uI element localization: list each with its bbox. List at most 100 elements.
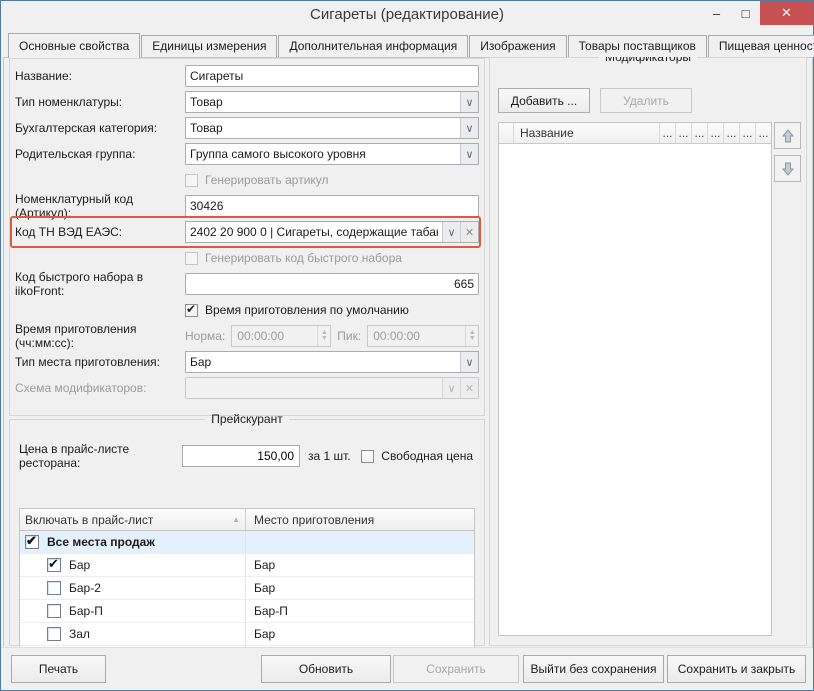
row-checkbox[interactable] xyxy=(47,581,61,595)
move-down-button[interactable] xyxy=(774,155,801,182)
name-input[interactable] xyxy=(186,66,478,86)
chevron-down-icon: ∨ xyxy=(442,378,460,398)
column-header-blank xyxy=(499,123,514,143)
close-icon: ✕ xyxy=(781,5,792,21)
maximize-icon: □ xyxy=(742,6,750,21)
print-button[interactable]: Печать xyxy=(11,655,106,683)
up-arrow-icon xyxy=(780,128,796,144)
minimize-button[interactable]: – xyxy=(702,1,731,25)
table-row[interactable]: Бар-2 Бар xyxy=(20,577,474,600)
nomenclature-type-value xyxy=(186,92,460,112)
column-header-name[interactable]: Название xyxy=(514,123,660,143)
row-name: Название: xyxy=(13,63,481,89)
add-modifier-button[interactable]: Добавить ... xyxy=(498,88,590,113)
price-row: Цена в прайс-листе ресторана: за 1 шт. С… xyxy=(19,442,475,470)
modifier-scheme-value xyxy=(186,378,442,398)
default-cook-time-checkbox[interactable] xyxy=(185,304,198,317)
tab-additional-info[interactable]: Дополнительная информация xyxy=(278,35,468,57)
row-checkbox[interactable] xyxy=(47,558,61,572)
parent-group-select[interactable]: ∨ xyxy=(185,143,479,165)
cook-time-peak-spinner: 00:00:00 ▲▼ xyxy=(367,325,479,347)
modifiers-reorder-controls xyxy=(774,122,801,182)
table-row[interactable]: Все места продаж xyxy=(20,531,474,554)
move-up-button[interactable] xyxy=(774,122,801,149)
row-generate-sku: Генерировать артикул xyxy=(13,167,481,193)
row-cook-time: Время приготовления (чч:мм:сс): Норма: 0… xyxy=(13,323,481,349)
column-header-include[interactable]: Включать в прайс-лист ▲ xyxy=(20,509,246,530)
nomenclature-type-select[interactable]: ∨ xyxy=(185,91,479,113)
column-header-dots[interactable]: ... xyxy=(692,123,708,143)
generate-quick-code-label: Генерировать код быстрого набора xyxy=(205,251,402,265)
parent-group-label: Родительская группа: xyxy=(15,147,185,161)
row-checkbox[interactable] xyxy=(47,627,61,641)
tab-units[interactable]: Единицы измерения xyxy=(141,35,277,57)
modifiers-buttons: Добавить ... Удалить xyxy=(498,88,692,113)
column-header-dots[interactable]: ... xyxy=(708,123,724,143)
tab-nutrition[interactable]: Пищевая ценность xyxy=(708,35,814,57)
row-sku: Номенклатурный код (Артикул): xyxy=(13,193,481,219)
default-cook-time-label: Время приготовления по умолчанию xyxy=(205,303,409,317)
chevron-down-icon[interactable]: ∨ xyxy=(442,222,460,242)
tab-main-properties[interactable]: Основные свойства xyxy=(8,33,140,58)
window-controls: – □ ✕ xyxy=(702,1,813,25)
column-header-dots[interactable]: ... xyxy=(660,123,676,143)
row-name: Все места продаж xyxy=(47,535,155,549)
pricing-legend: Прейскурант xyxy=(205,412,288,426)
modifiers-table: Название ... ... ... ... ... ... ... xyxy=(498,122,772,636)
column-header-place[interactable]: Место приготовления xyxy=(246,509,474,530)
row-name: Бар xyxy=(69,558,90,572)
row-accounting-category: Бухгалтерская категория: ∨ xyxy=(13,115,481,141)
chevron-down-icon[interactable]: ∨ xyxy=(460,92,478,112)
modifier-scheme-select: ∨ ✕ xyxy=(185,377,479,399)
quick-code-input[interactable] xyxy=(186,274,478,294)
row-place: Бар xyxy=(246,623,474,645)
table-row[interactable]: Бар Бар xyxy=(20,554,474,577)
tnved-value[interactable] xyxy=(186,222,442,242)
cook-time-norm-value: 00:00:00 xyxy=(232,329,317,343)
price-table-header: Включать в прайс-лист ▲ Место приготовле… xyxy=(20,509,474,531)
maximize-button[interactable]: □ xyxy=(731,1,760,25)
modifier-scheme-label: Схема модификаторов: xyxy=(15,381,185,395)
sku-input[interactable] xyxy=(186,196,478,216)
chevron-down-icon[interactable]: ∨ xyxy=(460,144,478,164)
tnved-select[interactable]: ∨ ✕ xyxy=(185,221,479,243)
row-default-cook-time: Время приготовления по умолчанию xyxy=(13,297,481,323)
table-row[interactable]: Зал Бар xyxy=(20,623,474,646)
price-label: Цена в прайс-листе ресторана: xyxy=(19,442,182,470)
accounting-category-label: Бухгалтерская категория: xyxy=(15,121,185,135)
row-checkbox[interactable] xyxy=(25,535,39,549)
price-input[interactable] xyxy=(183,446,299,466)
generate-sku-label: Генерировать артикул xyxy=(205,173,329,187)
exit-without-saving-button[interactable]: Выйти без сохранения xyxy=(523,655,664,683)
sort-ascending-icon: ▲ xyxy=(232,515,240,524)
tnved-label: Код ТН ВЭД ЕАЭС: xyxy=(15,225,185,239)
column-header-dots[interactable]: ... xyxy=(740,123,756,143)
cook-time-peak-label: Пик: xyxy=(337,329,361,343)
main-properties-group: Название: Тип номенклатуры: ∨ Бухгалтерс… xyxy=(9,58,485,416)
free-price-checkbox[interactable] xyxy=(361,450,374,463)
spinner-arrows-icon: ▲▼ xyxy=(465,326,478,346)
table-row[interactable]: Бар-П Бар-П xyxy=(20,600,474,623)
column-header-dots[interactable]: ... xyxy=(676,123,692,143)
accounting-category-select[interactable]: ∨ xyxy=(185,117,479,139)
refresh-button[interactable]: Обновить xyxy=(261,655,391,683)
save-and-close-button[interactable]: Сохранить и закрыть xyxy=(667,655,806,683)
close-button[interactable]: ✕ xyxy=(760,1,813,25)
cook-time-norm-spinner: 00:00:00 ▲▼ xyxy=(231,325,331,347)
down-arrow-icon xyxy=(780,161,796,177)
free-price-label: Свободная цена xyxy=(381,449,473,463)
tab-images[interactable]: Изображения xyxy=(469,35,566,57)
spinner-arrows-icon: ▲▼ xyxy=(317,326,330,346)
cook-place-type-select[interactable]: ∨ xyxy=(185,351,479,373)
column-header-dots[interactable]: ... xyxy=(756,123,771,143)
tab-supplier-goods[interactable]: Товары поставщиков xyxy=(568,35,707,57)
clear-icon[interactable]: ✕ xyxy=(460,222,478,242)
row-name: Бар-П xyxy=(69,604,103,618)
quick-code-label: Код быстрого набора в iikoFront: xyxy=(15,270,185,298)
column-header-dots[interactable]: ... xyxy=(724,123,740,143)
chevron-down-icon[interactable]: ∨ xyxy=(460,118,478,138)
product-edit-dialog: { "window": { "title": "Сигареты (редакт… xyxy=(0,0,814,691)
row-checkbox[interactable] xyxy=(47,604,61,618)
row-place: Бар xyxy=(246,577,474,599)
chevron-down-icon[interactable]: ∨ xyxy=(460,352,478,372)
